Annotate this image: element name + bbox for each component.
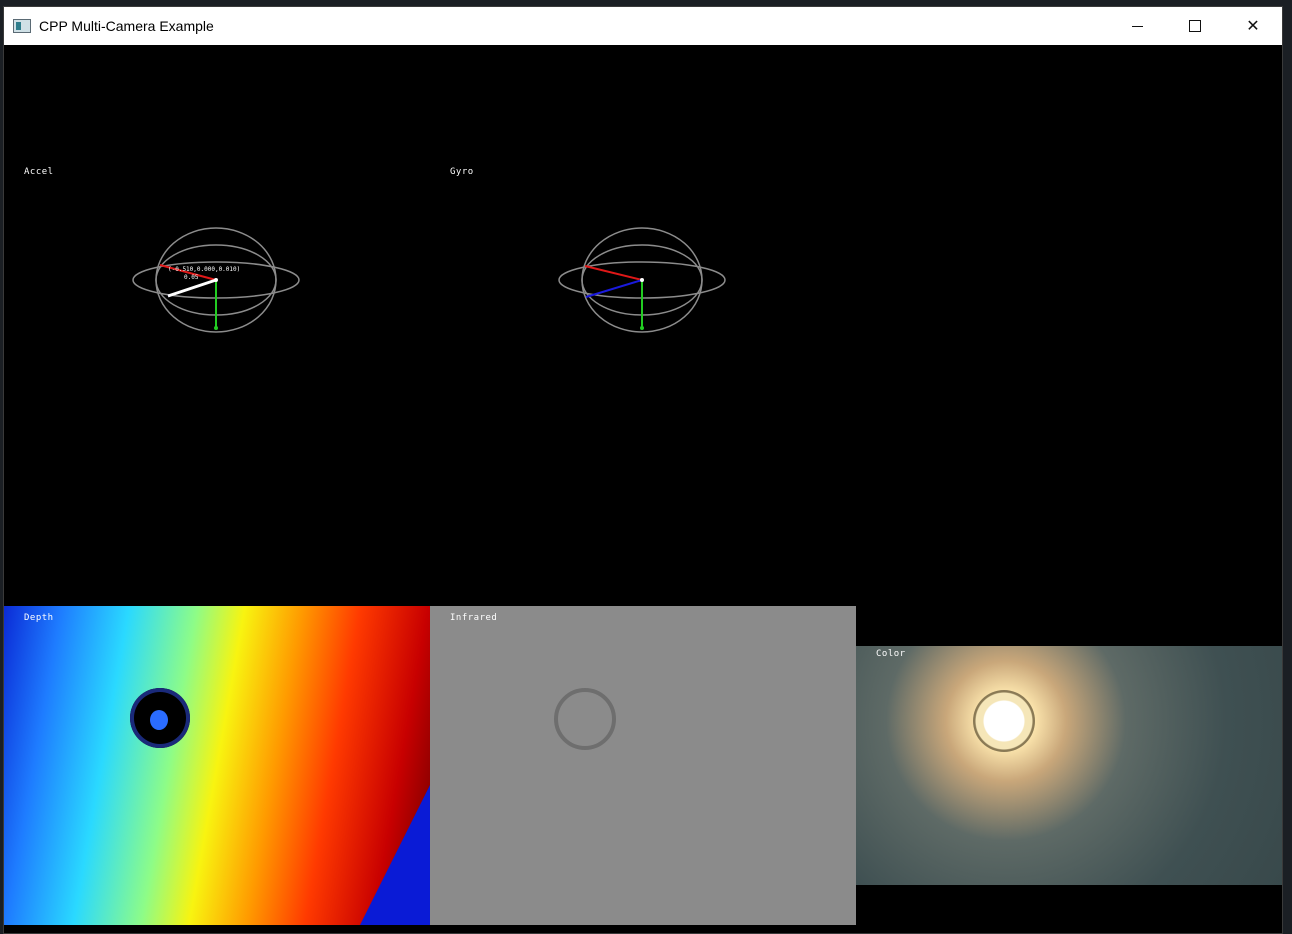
app-icon [13, 19, 31, 33]
depth-stream: Depth [4, 606, 430, 925]
infrared-label: Infrared [450, 613, 498, 623]
maximize-button[interactable] [1166, 7, 1224, 45]
color-stream: Color [856, 646, 1282, 885]
accel-reading: (-0.510,0.000,0.010) [168, 266, 240, 273]
lamp-light [973, 690, 1035, 752]
minimize-icon [1131, 25, 1143, 27]
window-controls: ✕ [1108, 7, 1282, 45]
app-window: CPP Multi-Camera Example ✕ Accel (-0.510… [3, 6, 1283, 934]
depth-ring-object [130, 688, 190, 748]
infrared-stream: Infrared [430, 606, 856, 925]
accel-magnitude: 0.05 [184, 274, 199, 281]
close-icon: ✕ [1246, 18, 1260, 35]
window-title: CPP Multi-Camera Example [39, 18, 214, 34]
accel-center-dot [214, 278, 218, 282]
minimize-button[interactable] [1108, 7, 1166, 45]
infrared-ring-object [554, 688, 616, 750]
gyro-center-dot [640, 278, 644, 282]
depth-corner-region [360, 785, 430, 925]
gyro-z-axis [585, 279, 643, 298]
gyro-x-axis [584, 265, 643, 281]
color-label: Color [876, 649, 906, 659]
depth-label: Depth [24, 613, 54, 623]
title-bar[interactable]: CPP Multi-Camera Example ✕ [4, 7, 1282, 45]
accel-vector [167, 278, 217, 298]
gyro-label: Gyro [450, 167, 474, 177]
accel-label: Accel [24, 167, 54, 177]
gyro-gauge [558, 227, 726, 333]
maximize-icon [1189, 20, 1201, 32]
accel-y-end-dot [214, 326, 218, 330]
accel-gauge: (-0.510,0.000,0.010) 0.05 [132, 227, 300, 333]
gyro-y-end-dot [640, 326, 644, 330]
close-button[interactable]: ✕ [1224, 7, 1282, 45]
viewport[interactable]: Accel (-0.510,0.000,0.010) 0.05 Gyro Dep… [4, 45, 1282, 933]
